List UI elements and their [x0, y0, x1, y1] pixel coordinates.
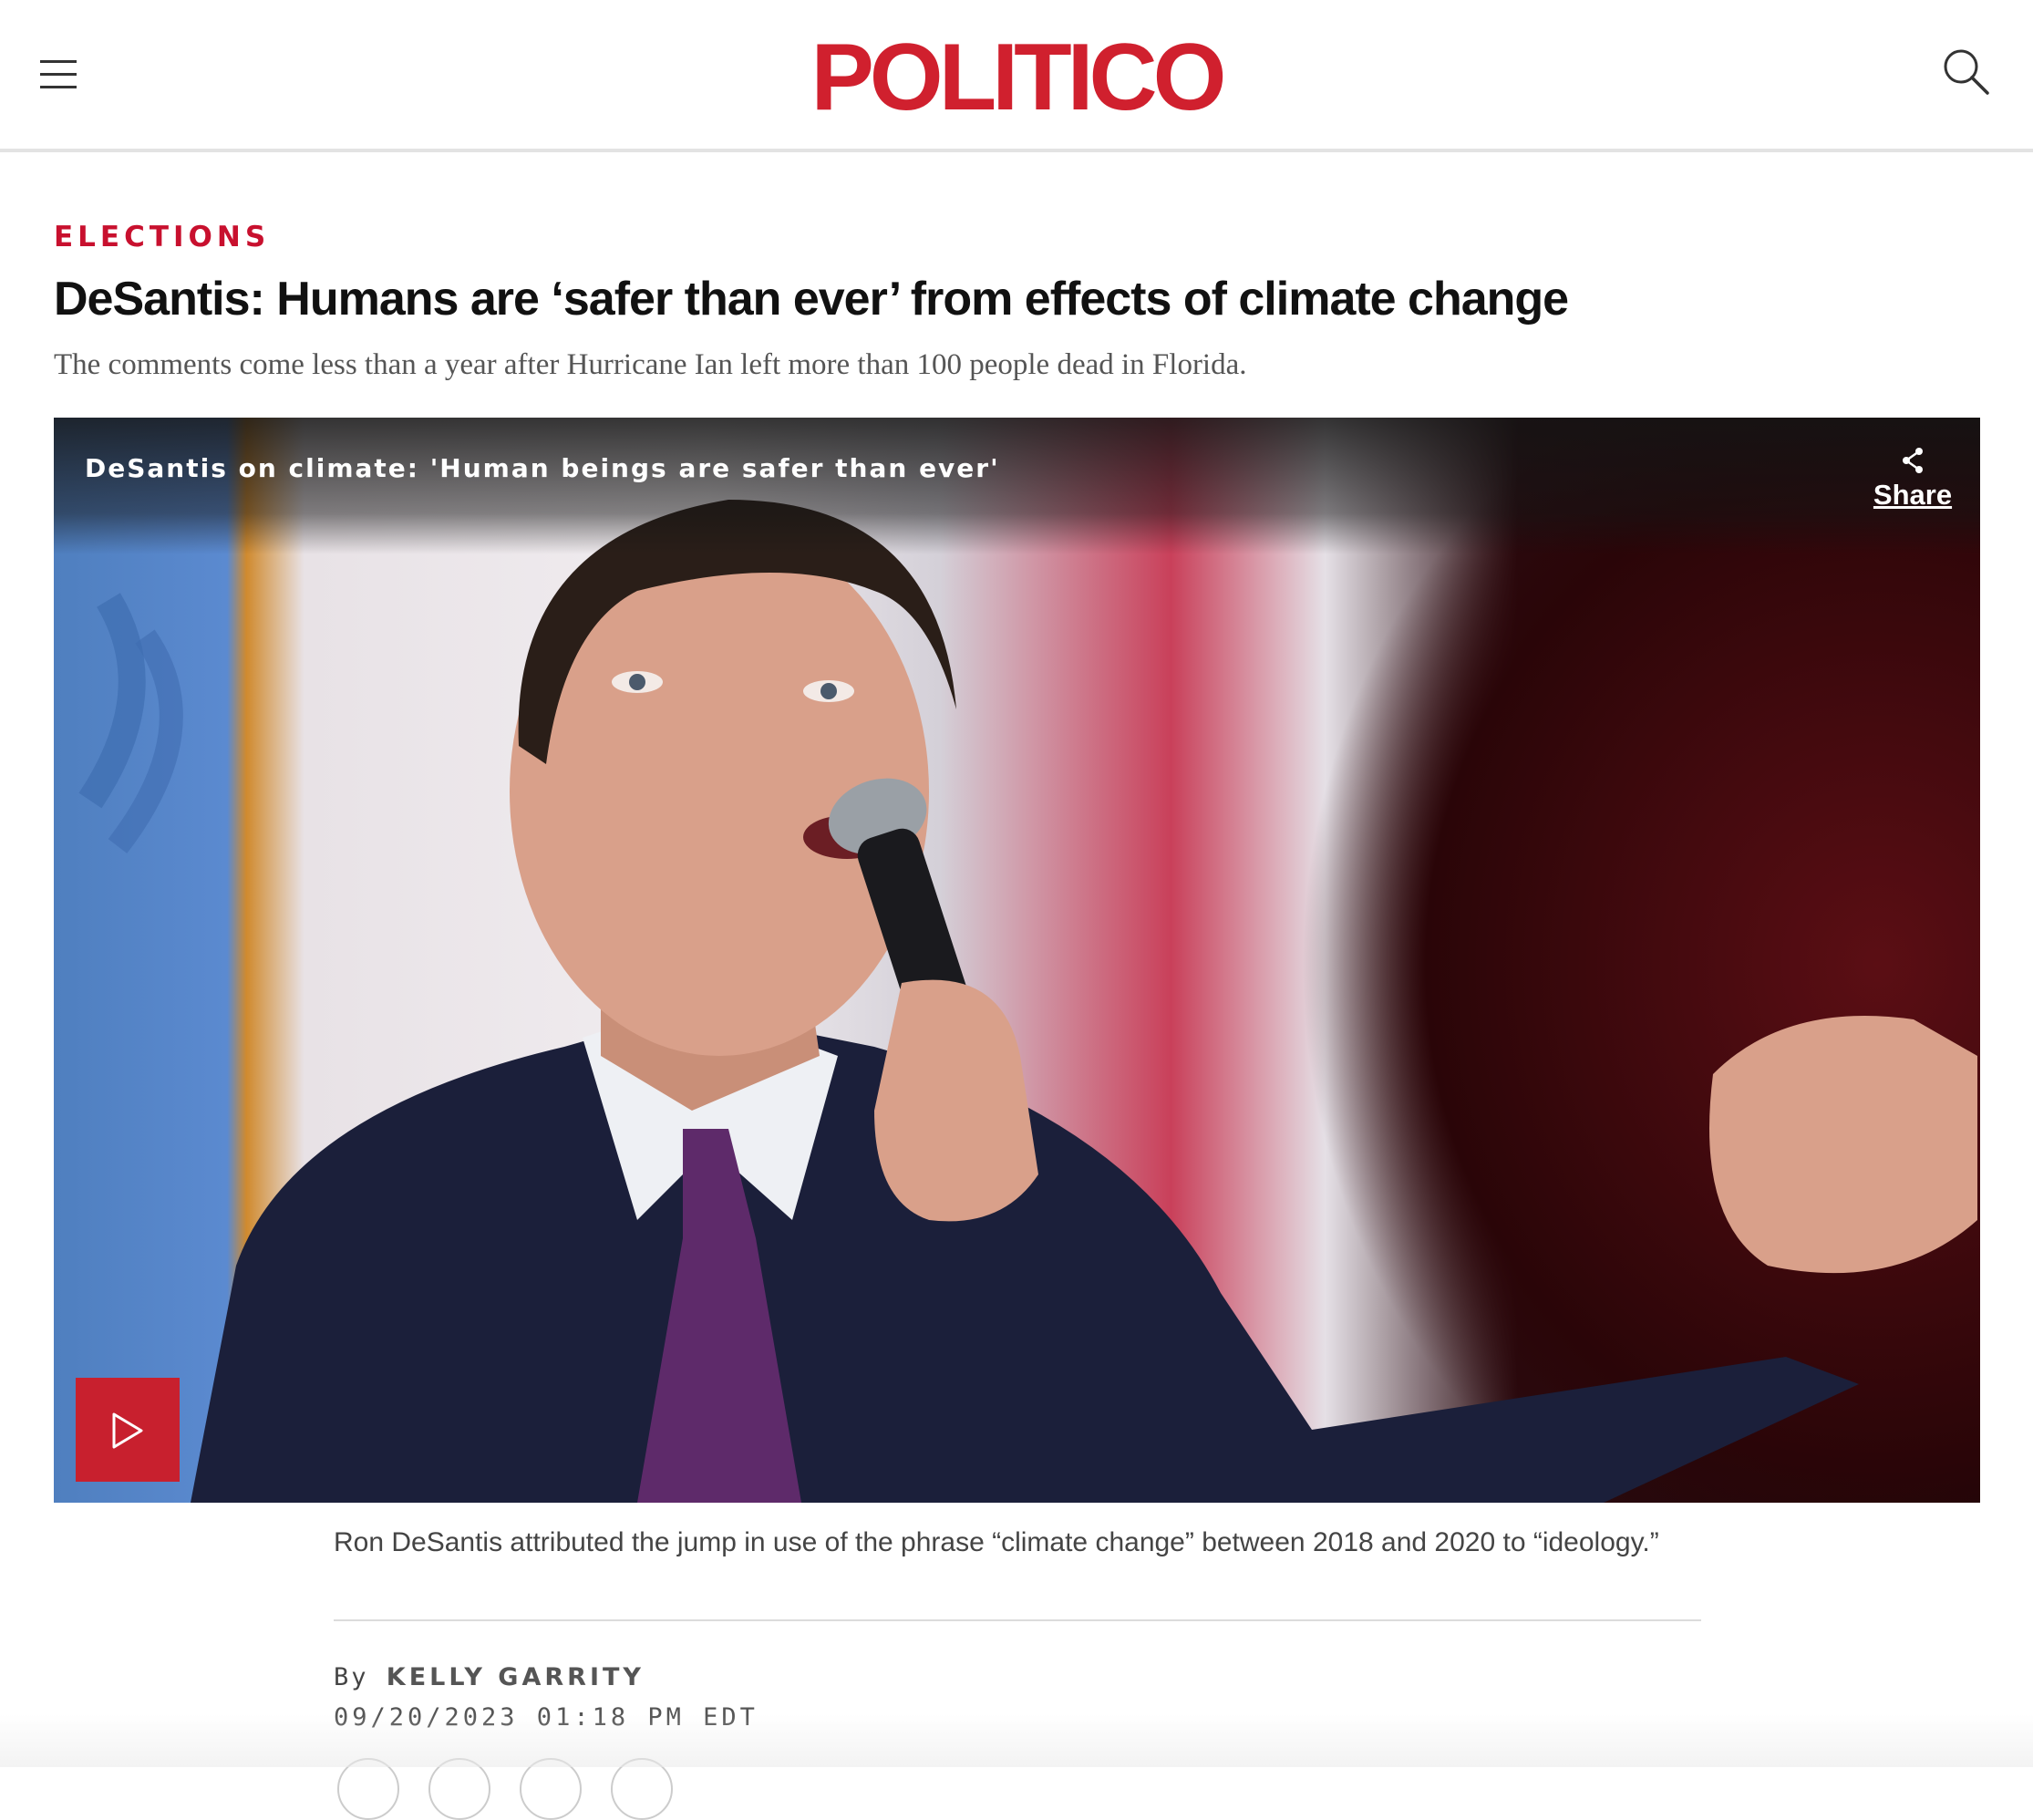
search-icon[interactable]: [1940, 46, 1991, 97]
caption-divider: [334, 1619, 1701, 1621]
author-link[interactable]: KELLY GARRITY: [387, 1663, 645, 1691]
share-circle-button[interactable]: [611, 1758, 673, 1820]
share-circle-button[interactable]: [520, 1758, 582, 1820]
play-icon: [112, 1412, 143, 1449]
video-title: DeSantis on climate: 'Human beings are s…: [85, 453, 1000, 483]
site-header: POLITICO: [0, 0, 2033, 152]
article-headline: DeSantis: Humans are ‘safer than ever’ f…: [54, 273, 1569, 326]
byline: By KELLY GARRITY: [334, 1661, 645, 1694]
share-circle-button[interactable]: [428, 1758, 490, 1820]
share-label: Share: [1873, 479, 1953, 511]
bottom-fade: [0, 1714, 2033, 1767]
share-icon: [1903, 448, 1923, 473]
article-dek: The comments come less than a year after…: [54, 348, 1247, 381]
share-button[interactable]: Share: [1863, 447, 1963, 512]
share-circle-button[interactable]: [337, 1758, 399, 1820]
section-label[interactable]: ELECTIONS: [54, 219, 270, 255]
video-player[interactable]: DeSantis on climate: 'Human beings are s…: [54, 418, 1980, 1503]
video-still-speaker: [78, 500, 1977, 1503]
byline-prefix: By: [334, 1663, 369, 1691]
politico-logo[interactable]: POLITICO: [0, 27, 2033, 128]
play-button[interactable]: [76, 1378, 180, 1482]
image-caption: Ron DeSantis attributed the jump in use …: [334, 1527, 1659, 1557]
